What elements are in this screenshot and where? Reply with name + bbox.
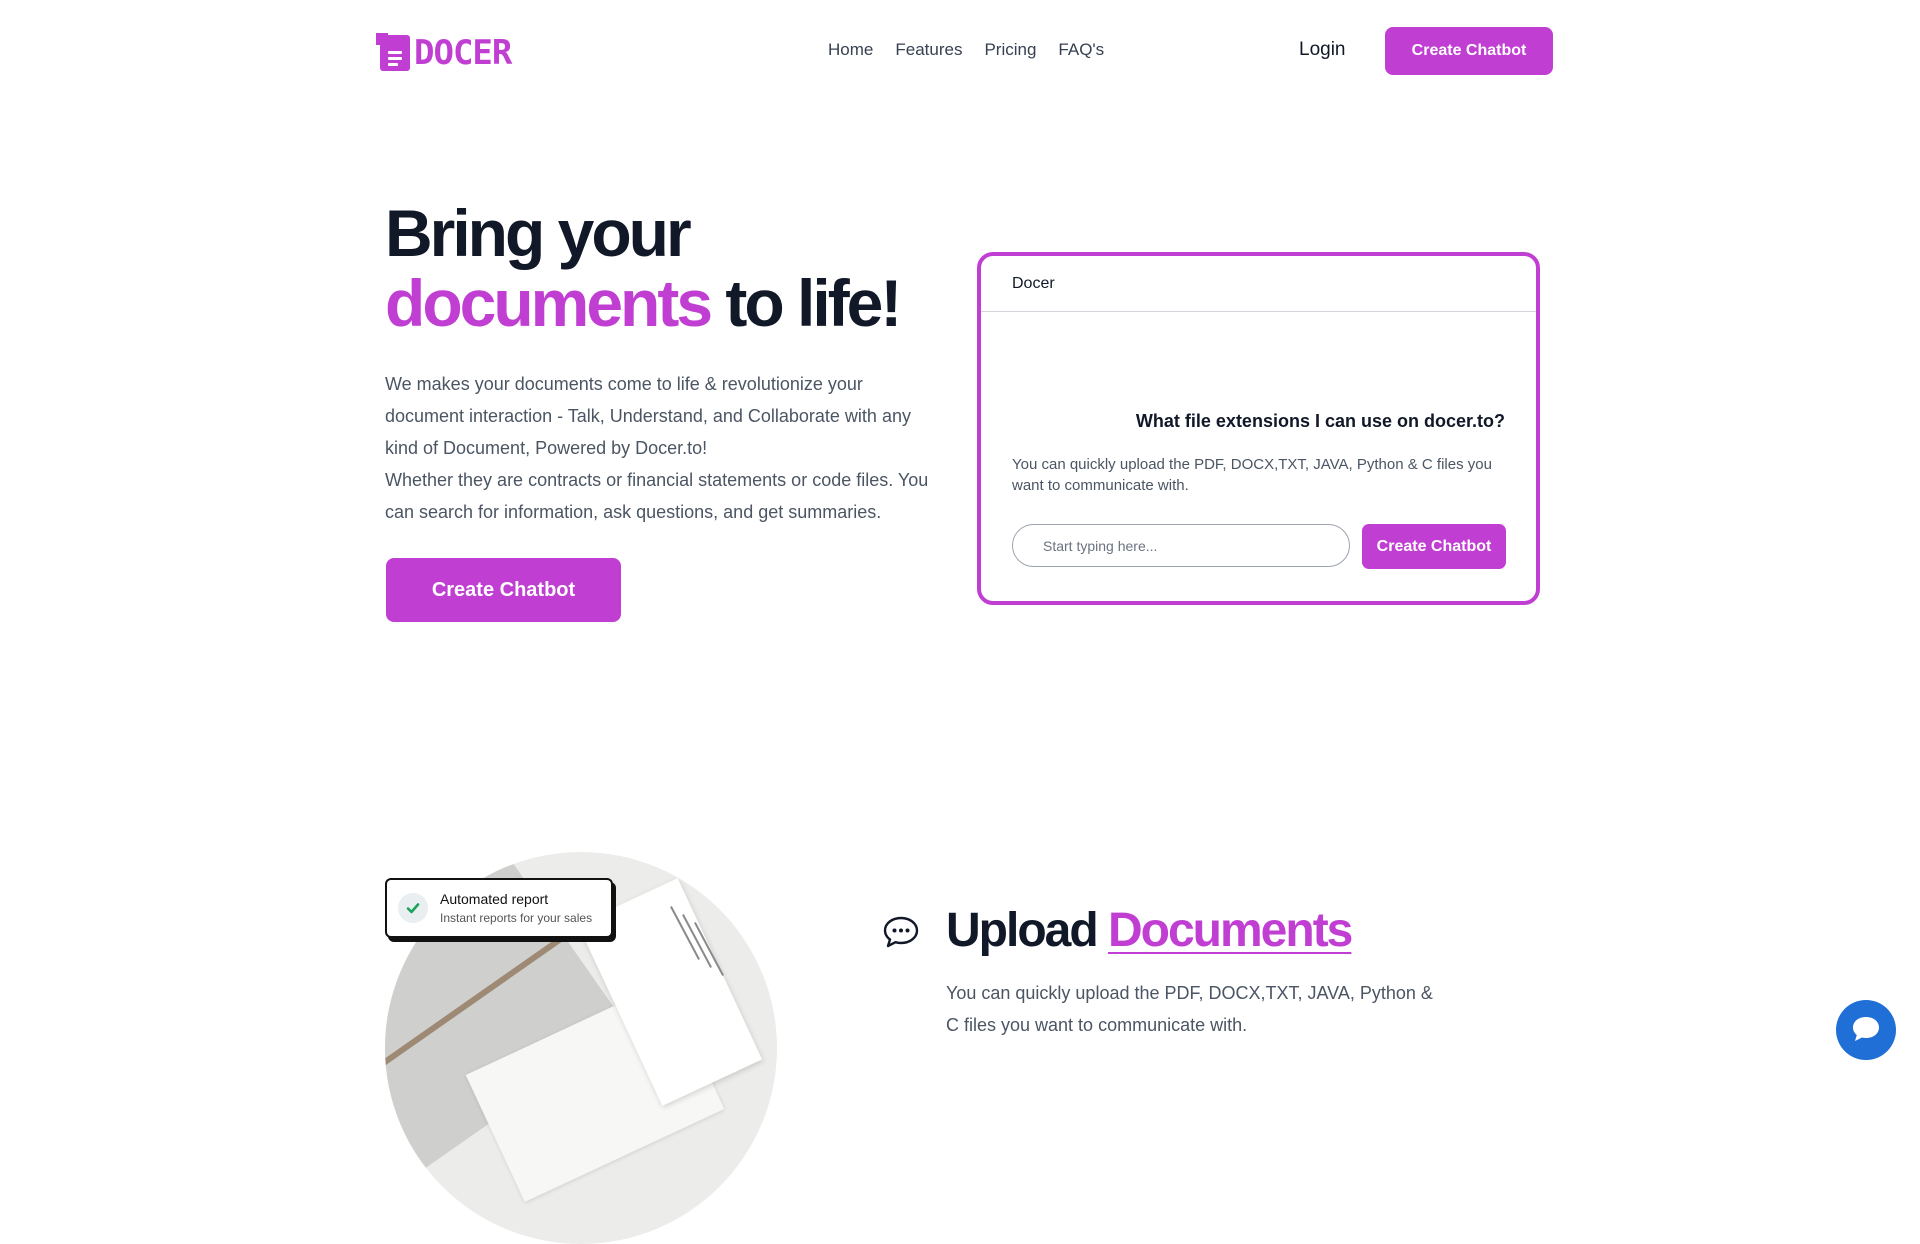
chat-demo-card: Docer What file extensions I can use on … <box>977 252 1540 605</box>
chat-create-chatbot-button[interactable]: Create Chatbot <box>1362 524 1506 569</box>
check-icon <box>398 893 428 923</box>
header-create-chatbot-button[interactable]: Create Chatbot <box>1385 27 1553 75</box>
nav-pricing[interactable]: Pricing <box>984 40 1036 60</box>
hero-title-rest: to life! <box>710 266 902 340</box>
hero-title-accent: documents <box>385 266 713 340</box>
chat-icon <box>1851 1015 1881 1046</box>
automated-report-badge: Automated report Instant reports for you… <box>385 878 613 938</box>
nav-home[interactable]: Home <box>828 40 873 60</box>
logo-text: DOCER <box>414 33 512 73</box>
document-logo-icon <box>376 33 412 73</box>
chat-header: Docer <box>981 256 1536 312</box>
upload-description: You can quickly upload the PDF, DOCX,TXT… <box>946 983 1433 1035</box>
chat-question: What file extensions I can use on docer.… <box>1135 411 1505 431</box>
nav-features[interactable]: Features <box>895 40 962 60</box>
main-nav: Home Features Pricing FAQ's <box>828 40 1104 60</box>
chat-title: Docer <box>1012 274 1055 292</box>
hero-description-2: Whether they are contracts or financial … <box>385 470 929 522</box>
nav-faqs[interactable]: FAQ's <box>1058 40 1104 60</box>
hero-description: We makes your documents come to life & r… <box>385 368 945 528</box>
badge-title: Automated report <box>440 891 549 907</box>
hero-description-1: We makes your documents come to life & r… <box>385 374 911 458</box>
logo[interactable]: DOCER <box>376 32 512 74</box>
hero-title-line1: Bring your <box>385 196 692 270</box>
hero-title: Bring your documents to life! <box>385 196 902 340</box>
hero-create-chatbot-button[interactable]: Create Chatbot <box>386 558 621 622</box>
chat-answer: You can quickly upload the PDF, DOCX,TXT… <box>1012 456 1492 494</box>
chat-bubble-icon <box>882 913 920 951</box>
upload-title-plain: Upload <box>946 904 1108 957</box>
chat-widget-button[interactable] <box>1836 1000 1896 1060</box>
upload-title-accent: Documents <box>1108 904 1353 957</box>
chat-input[interactable] <box>1012 524 1350 567</box>
site-header: DOCER Home Features Pricing FAQ's Login … <box>0 0 1920 102</box>
login-link[interactable]: Login <box>1299 39 1346 61</box>
badge-subtitle: Instant reports for your sales <box>440 911 593 925</box>
upload-title: Upload Documents <box>946 902 1353 960</box>
